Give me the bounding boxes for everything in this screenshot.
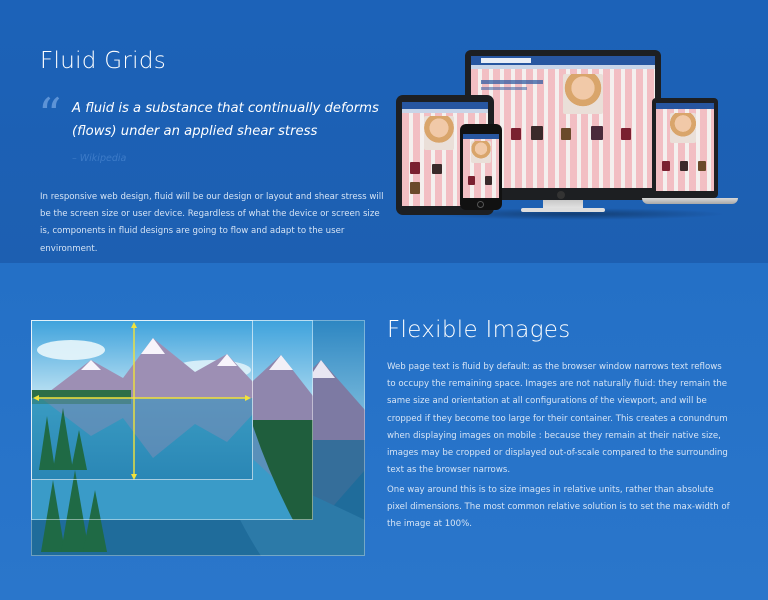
flexible-images-solution: One way around this is to size images in… [387,485,730,530]
laptop [652,98,718,198]
quote-text: A fluid is a substance that continually … [72,101,379,139]
smartphone [460,124,502,210]
quote-source: – Wikipedia [72,153,127,164]
landscape-illustration [31,320,365,556]
fluid-grids-description: In responsive web design, fluid will be … [40,192,384,254]
flexible-images-title: Flexible Images [387,317,571,343]
fluid-grids-title: Fluid Grids [40,48,167,74]
quote-icon: “ [38,88,62,142]
responsive-devices-illustration [396,50,738,220]
landscape-svg [31,320,365,556]
flexible-images-description: Web page text is fluid by default: as th… [387,362,728,476]
